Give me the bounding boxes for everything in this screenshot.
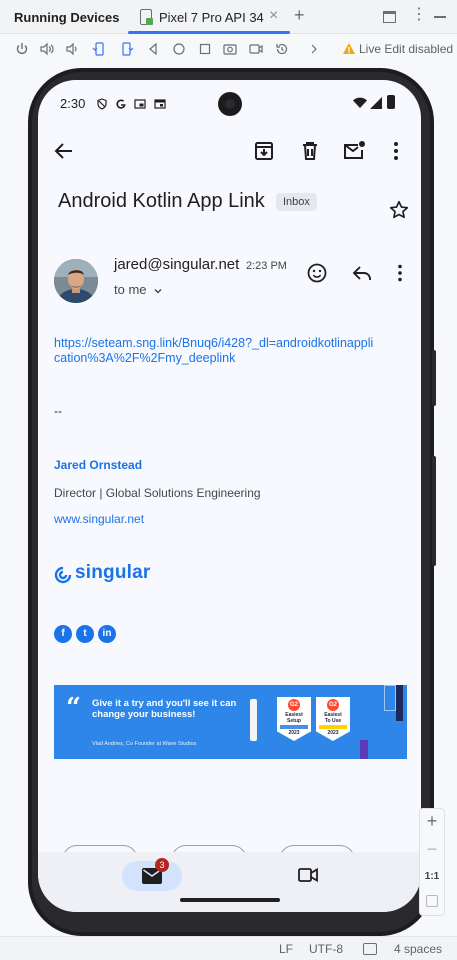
mail-tab[interactable] — [122, 861, 182, 891]
banner-attribution: Vlad Andries, Co Founder at Wave Studios — [92, 741, 197, 747]
meet-video-icon[interactable] — [298, 866, 318, 884]
status-bar: 2:30 — [38, 80, 421, 124]
screen-record-icon[interactable] — [249, 42, 263, 56]
singular-logo-icon — [54, 566, 72, 584]
g2-badge-easiest-to-use: G2 Easiest To Use 2023 — [316, 697, 350, 741]
rotate-right-icon[interactable] — [120, 42, 134, 56]
emoji-reaction-icon[interactable] — [306, 262, 328, 284]
new-tab-button[interactable]: + — [294, 5, 305, 26]
close-tab-icon[interactable]: × — [269, 7, 278, 25]
chevron-right-icon[interactable] — [307, 42, 321, 56]
battery-icon — [387, 95, 395, 109]
signature-name[interactable]: Jared Ornstead — [54, 458, 142, 472]
overview-icon[interactable] — [198, 42, 212, 56]
back-arrow-icon[interactable] — [52, 139, 76, 163]
signal-icon — [370, 96, 382, 109]
recipient-label[interactable]: to me — [114, 282, 147, 297]
home-icon[interactable] — [172, 42, 186, 56]
g2-badge-easiest-setup: G2 Easiest Setup 2023 — [277, 697, 311, 741]
power-button — [432, 350, 436, 406]
email-time: 2:23 PM — [246, 260, 287, 272]
zoom-controls: + − 1:1 — [419, 808, 445, 916]
zoom-out-button[interactable]: − — [420, 839, 444, 860]
power-icon[interactable] — [15, 42, 29, 56]
picture-in-picture-icon — [134, 97, 146, 109]
delete-icon[interactable] — [298, 139, 322, 163]
star-icon[interactable] — [388, 199, 410, 221]
volume-up-icon[interactable] — [40, 42, 54, 56]
badge-stripe — [319, 725, 347, 729]
signature-separator: -- — [54, 404, 62, 418]
testimonial-banner[interactable]: “ Give it a try and you'll see it can ch… — [54, 685, 407, 759]
sender-email[interactable]: jared@singular.net — [114, 256, 239, 273]
volume-down-icon[interactable] — [65, 42, 79, 56]
phone-screen: 2:30 Android Kotlin App Link Inbox jared… — [38, 80, 421, 912]
quote-mark-icon: “ — [66, 693, 81, 723]
snapshot-history-icon[interactable] — [275, 42, 289, 56]
chevron-down-icon[interactable] — [152, 284, 164, 296]
notification-app-icon — [154, 97, 166, 109]
reply-icon[interactable] — [351, 262, 373, 284]
sender-avatar[interactable] — [54, 259, 98, 303]
panel-title: Running Devices — [14, 10, 120, 25]
volume-rocker — [432, 456, 436, 566]
google-icon — [115, 97, 127, 109]
badge-line2: Setup — [287, 718, 301, 724]
linkedin-icon[interactable]: in — [98, 625, 116, 643]
email-subject: Android Kotlin App Link — [58, 190, 265, 212]
deeplink-url[interactable]: https://seteam.sng.link/Bnuq6/i428?_dl=a… — [54, 336, 374, 366]
device-tab[interactable]: Pixel 7 Pro API 34 × — [128, 0, 308, 34]
facebook-icon[interactable]: f — [54, 625, 72, 643]
badge-stripe — [280, 725, 308, 729]
more-options-icon[interactable]: ⋮ — [411, 7, 427, 23]
rotate-left-icon[interactable] — [92, 42, 106, 56]
minimize-icon[interactable] — [434, 16, 446, 18]
device-tab-label: Pixel 7 Pro API 34 — [159, 10, 264, 25]
signature-title: Director | Global Solutions Engineering — [54, 486, 261, 500]
live-edit-status[interactable]: Live Edit disabled — [359, 42, 453, 56]
signature-website[interactable]: www.singular.net — [54, 512, 144, 526]
g2-logo: G2 — [288, 699, 300, 711]
device-toolbar: Live Edit disabled — [0, 34, 457, 64]
unread-count-badge: 3 — [155, 858, 169, 872]
more-vert-icon[interactable] — [384, 139, 408, 163]
mark-unread-icon[interactable] — [342, 139, 366, 163]
notifications-icon[interactable] — [363, 943, 377, 955]
fit-screen-icon[interactable] — [426, 895, 438, 907]
line-separator-status[interactable]: LF — [279, 942, 293, 956]
gesture-home-indicator[interactable] — [180, 898, 280, 902]
badge-year: 2023 — [327, 730, 339, 736]
banner-headline: Give it a try and you'll see it can chan… — [92, 698, 237, 720]
back-icon[interactable] — [146, 42, 160, 56]
warning-icon — [342, 42, 356, 56]
badge-line2: To Use — [324, 718, 342, 724]
indent-status[interactable]: 4 spaces — [394, 942, 442, 956]
g2-logo: G2 — [327, 699, 339, 711]
screenshot-icon[interactable] — [223, 42, 237, 56]
encoding-status[interactable]: UTF-8 — [309, 942, 343, 956]
ide-status-bar: LF UTF-8 4 spaces — [0, 936, 457, 960]
message-more-icon[interactable] — [389, 262, 411, 284]
twitter-icon[interactable]: t — [76, 625, 94, 643]
archive-icon[interactable] — [252, 139, 276, 163]
bottom-navigation: 3 — [38, 852, 421, 912]
wifi-icon — [353, 96, 367, 108]
badge-year: 2023 — [288, 730, 300, 736]
window-layout-icon[interactable] — [383, 11, 396, 23]
ide-tool-window-header: Running Devices Pixel 7 Pro API 34 × + ⋮ — [0, 0, 457, 34]
singular-wordmark: singular — [75, 562, 151, 583]
clock: 2:30 — [60, 96, 86, 111]
device-icon — [140, 9, 153, 25]
actual-size-button[interactable]: 1:1 — [420, 871, 444, 882]
front-camera — [218, 92, 242, 116]
vpn-shield-icon — [96, 97, 108, 110]
zoom-in-button[interactable]: + — [420, 811, 444, 832]
pen-graphic — [250, 699, 257, 741]
label-chip[interactable]: Inbox — [276, 193, 317, 211]
